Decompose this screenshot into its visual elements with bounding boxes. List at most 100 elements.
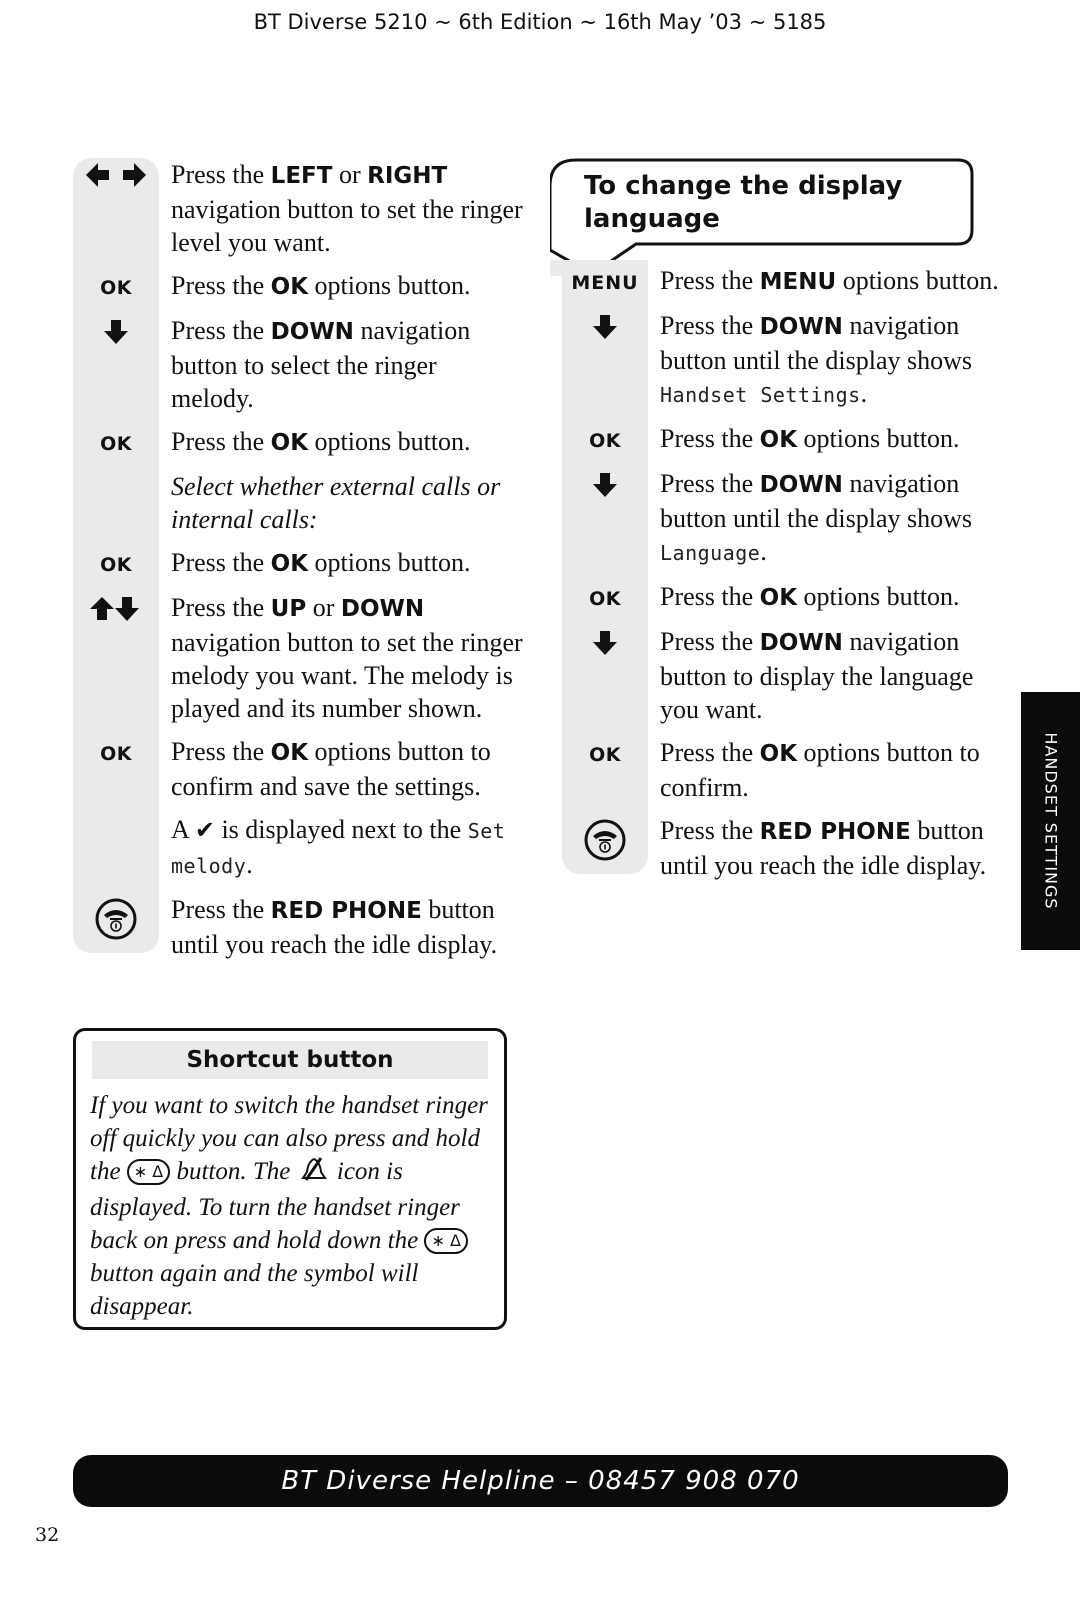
text-run: Press the <box>660 266 760 295</box>
step-text: Press the OK options button to confirm a… <box>159 735 523 803</box>
text-run: Press the <box>171 895 271 924</box>
text-run: A <box>171 815 195 844</box>
ok-button-icon: OK <box>100 743 132 765</box>
instruction-step: OK Press the OK options button. <box>562 580 1012 615</box>
text-run: Press the <box>660 738 760 767</box>
step-icon-cell <box>562 625 648 662</box>
keyword: RIGHT <box>367 163 448 189</box>
step-icon-cell <box>73 158 159 193</box>
language-steps-column: To change the display language MENU Press… <box>550 158 1012 892</box>
instruction-step: OK Press the OK options button to confirm… <box>562 736 1012 804</box>
step-icon-cell: OK <box>73 269 159 299</box>
shortcut-body: If you want to switch the handset ringer… <box>90 1089 490 1323</box>
text-run: . <box>860 379 868 408</box>
step-text: Press the OK options button. <box>648 422 1012 457</box>
step-icon-cell <box>73 314 159 351</box>
text-run: button again and the symbol will disappe… <box>90 1260 419 1320</box>
red-phone-icon <box>583 818 627 867</box>
display-text: Language <box>660 541 761 565</box>
italic-note: Select whether external calls or interna… <box>171 472 501 534</box>
text-run: options button. <box>308 548 471 577</box>
text-run: navigation button to set the ringer melo… <box>171 628 523 723</box>
step-text: Press the DOWN navigation button until t… <box>648 467 1012 570</box>
shortcut-title: Shortcut button <box>92 1041 488 1079</box>
instruction-step: OK Press the OK options button. <box>73 269 523 304</box>
keyword: OK <box>759 585 798 611</box>
step-text: Press the OK options button to confirm. <box>648 736 1012 804</box>
instruction-step: Press the LEFT or RIGHT navigation butto… <box>73 158 523 259</box>
step-text: Press the DOWN navigation button to disp… <box>648 625 1012 726</box>
keyword: DOWN <box>270 319 354 345</box>
text-run: Press the <box>171 271 271 300</box>
red-phone-icon <box>94 897 138 946</box>
ok-button-icon: OK <box>100 277 132 299</box>
text-run: navigation button to set the ringer leve… <box>171 195 523 257</box>
down-arrow-icon <box>592 313 618 346</box>
bell-off-icon <box>300 1156 327 1191</box>
text-run: Press the <box>171 427 271 456</box>
step-text: Press the OK options button. <box>648 580 1012 615</box>
instruction-step: MENU Press the MENU options button. <box>562 264 1012 299</box>
text-run: Press the <box>171 160 271 189</box>
instruction-step: Press the DOWN navigation button until t… <box>562 309 1012 412</box>
step-icon-cell <box>562 814 648 867</box>
step-icon-cell <box>73 813 159 817</box>
ringer-steps: Press the LEFT or RIGHT navigation butto… <box>73 158 523 961</box>
keyword: DOWN <box>759 472 843 498</box>
running-header: BT Diverse 5210 ~ 6th Edition ~ 16th May… <box>253 10 827 34</box>
step-icon-cell: OK <box>73 546 159 576</box>
text-run: options button. <box>797 424 960 453</box>
instruction-step: OK Press the OK options button. <box>562 422 1012 457</box>
text-run: options button. <box>308 427 471 456</box>
keyword: LEFT <box>270 163 333 189</box>
left-right-arrows-icon <box>84 162 148 193</box>
text-run: options button. <box>797 582 960 611</box>
checkmark-icon: ✔ <box>194 816 215 844</box>
step-icon-cell: MENU <box>562 264 648 294</box>
down-arrow-icon <box>592 471 618 504</box>
ringer-steps-column: Press the LEFT or RIGHT navigation butto… <box>73 158 523 971</box>
ok-button-icon: OK <box>589 744 621 766</box>
step-icon-cell: OK <box>73 425 159 455</box>
down-arrow-icon <box>103 318 129 351</box>
step-icon-cell: OK <box>562 422 648 452</box>
helpline-bar: BT Diverse Helpline – 08457 908 070 <box>73 1455 1008 1507</box>
step-text: Press the DOWN navigation button until t… <box>648 309 1012 412</box>
keyword: OK <box>270 274 309 300</box>
text-run: Press the <box>171 548 271 577</box>
keyword: OK <box>759 427 798 453</box>
step-text: Press the OK options button. <box>159 269 523 304</box>
shortcut-box: Shortcut button If you want to switch th… <box>73 1028 507 1330</box>
ok-button-icon: OK <box>589 430 621 452</box>
text-run: Press the <box>660 311 760 340</box>
keyword: RED PHONE <box>759 819 911 845</box>
instruction-step: Press the DOWN navigation button to sele… <box>73 314 523 415</box>
text-run: Press the <box>171 316 271 345</box>
text-run: . <box>246 850 253 879</box>
text-run: Press the <box>660 582 760 611</box>
step-text: Press the LEFT or RIGHT navigation butto… <box>159 158 523 259</box>
instruction-step: Press the DOWN navigation button until t… <box>562 467 1012 570</box>
text-run: Press the <box>660 424 760 453</box>
step-icon-cell <box>73 591 159 628</box>
language-steps: MENU Press the MENU options button. Press … <box>562 260 1012 882</box>
down-arrow-icon <box>592 629 618 662</box>
language-heading: To change the display language <box>584 171 903 234</box>
instruction-step: Press the DOWN navigation button to disp… <box>562 625 1012 726</box>
step-icon-cell <box>73 470 159 474</box>
section-side-tab[interactable]: HANDSET SETTINGS <box>1021 692 1080 950</box>
keyword: DOWN <box>340 596 425 622</box>
keyword: OK <box>759 741 798 767</box>
text-run: button. The <box>170 1158 297 1185</box>
instruction-step: Press the RED PHONE button until you rea… <box>562 814 1012 882</box>
side-tab-label: HANDSET SETTINGS <box>1041 732 1060 910</box>
instruction-step: A ✔ is displayed next to the Set melody. <box>73 813 523 883</box>
text-run: Press the <box>660 627 760 656</box>
instruction-step: OK Press the OK options button. <box>73 425 523 460</box>
instruction-step: Press the RED PHONE button until you rea… <box>73 893 523 961</box>
step-text: Press the OK options button. <box>159 546 523 581</box>
text-run: Press the <box>171 593 271 622</box>
step-text: Press the DOWN navigation button to sele… <box>159 314 523 415</box>
star-key-icon: ∗ Δ <box>126 1159 171 1185</box>
instruction-step: OK Press the OK options button. <box>73 546 523 581</box>
